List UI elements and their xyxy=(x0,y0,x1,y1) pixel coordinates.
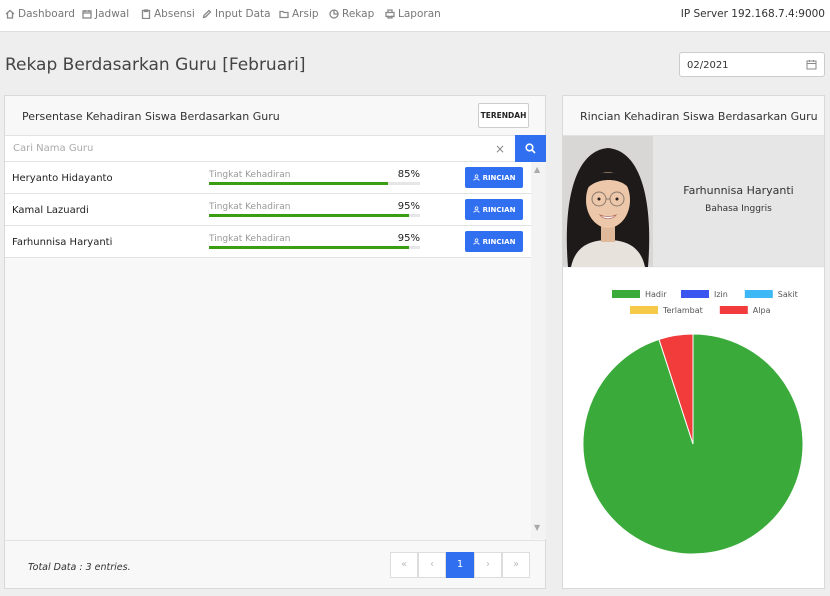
nav-absensi[interactable]: Absensi xyxy=(141,8,195,20)
legend-label-sakit[interactable]: Sakit xyxy=(778,290,798,299)
nav-rekap[interactable]: Rekap xyxy=(329,8,374,20)
teacher-name: Kamal Lazuardi xyxy=(12,205,89,216)
detail-button[interactable]: RINCIAN xyxy=(465,231,523,252)
search-input[interactable] xyxy=(5,136,475,161)
percent-value: 95% xyxy=(397,233,420,244)
teacher-list: Heryanto Hidayanto Tingkat Kehadiran 85%… xyxy=(5,162,531,258)
sort-lowest-button[interactable]: TERENDAH xyxy=(478,103,529,128)
printer-icon xyxy=(385,9,395,19)
nav-jadwal[interactable]: Jadwal xyxy=(82,8,129,20)
legend-swatch-izin[interactable] xyxy=(681,290,709,298)
metric-label: Tingkat Kehadiran xyxy=(209,202,291,212)
scroll-up-icon[interactable]: ▲ xyxy=(534,165,540,174)
nav-dashboard[interactable]: Dashboard xyxy=(5,8,75,20)
progress-fill xyxy=(209,182,389,185)
nav-laporan[interactable]: Laporan xyxy=(385,8,441,20)
legend-label-terlambat[interactable]: Terlambat xyxy=(662,306,703,315)
home-icon xyxy=(5,9,15,19)
month-value: 02/2021 xyxy=(687,60,729,71)
percent-value: 95% xyxy=(397,201,420,212)
nav-jadwal-label: Jadwal xyxy=(95,8,130,20)
first-page-button[interactable]: « xyxy=(390,552,418,578)
nav-dashboard-label: Dashboard xyxy=(18,8,75,20)
search-button[interactable] xyxy=(515,135,546,162)
list-item: Farhunnisa Haryanti Tingkat Kehadiran 95… xyxy=(5,226,531,258)
last-page-button[interactable]: » xyxy=(502,552,530,578)
pagination: « ‹ 1 › » xyxy=(390,552,530,578)
scroll-down-icon[interactable]: ▼ xyxy=(534,523,540,532)
month-picker[interactable]: 02/2021 xyxy=(679,52,825,77)
pencil-icon xyxy=(202,9,212,19)
clipboard-icon xyxy=(141,9,151,19)
teacher-profile: Farhunnisa Haryanti Bahasa Inggris xyxy=(563,135,824,267)
teacher-subject: Bahasa Inggris xyxy=(705,204,772,214)
legend-label-alpa[interactable]: Alpa xyxy=(753,306,771,315)
legend-swatch-sakit[interactable] xyxy=(744,290,773,298)
metric-label: Tingkat Kehadiran xyxy=(209,234,291,244)
user-icon xyxy=(473,206,480,213)
prev-page-button[interactable]: ‹ xyxy=(418,552,446,578)
user-icon xyxy=(473,238,480,245)
server-address: IP Server 192.168.7.4:9000 xyxy=(680,8,825,20)
total-entries: Total Data : 3 entries. xyxy=(28,562,131,573)
clear-icon[interactable]: × xyxy=(495,142,505,156)
folder-icon xyxy=(279,10,289,19)
teacher-attendance-panel: Persentase Kehadiran Siswa Berdasarkan G… xyxy=(4,95,546,589)
panel-title: Persentase Kehadiran Siswa Berdasarkan G… xyxy=(22,110,280,123)
progress-bar xyxy=(209,214,420,217)
legend-label-izin[interactable]: Izin xyxy=(714,290,728,299)
legend-swatch-terlambat[interactable] xyxy=(630,306,658,314)
page-title: Rekap Berdasarkan Guru [Februari] xyxy=(5,55,306,75)
search-icon xyxy=(525,143,536,154)
progress-bar xyxy=(209,182,420,185)
legend-swatch-hadir[interactable] xyxy=(612,290,640,298)
search-container: × xyxy=(5,135,515,162)
nav-input-data[interactable]: Input Data xyxy=(202,8,271,20)
top-navbar: Dashboard Jadwal Absensi Input Data Arsi… xyxy=(0,0,830,32)
list-item: Heryanto Hidayanto Tingkat Kehadiran 85%… xyxy=(5,162,531,194)
detail-button[interactable]: RINCIAN xyxy=(465,199,523,220)
legend-swatch-alpa[interactable] xyxy=(719,306,748,314)
nav-input-data-label: Input Data xyxy=(215,8,271,20)
legend-label-hadir[interactable]: Hadir xyxy=(645,290,667,299)
detail-button[interactable]: RINCIAN xyxy=(465,167,523,188)
calendar-icon[interactable] xyxy=(806,59,817,70)
nav-absensi-label: Absensi xyxy=(154,8,195,20)
teacher-name: Farhunnisa Haryanti xyxy=(12,237,113,248)
metric-label: Tingkat Kehadiran xyxy=(209,170,291,180)
page-1-button[interactable]: 1 xyxy=(446,552,474,578)
progress-fill xyxy=(209,246,410,249)
nav-arsip-label: Arsip xyxy=(292,8,319,20)
detail-button-label: RINCIAN xyxy=(482,237,516,246)
list-scrollbar[interactable]: ▲ ▼ xyxy=(531,162,546,539)
user-icon xyxy=(473,174,480,181)
pie-chart-svg: Hadir Izin Sakit Terlambat Alpa xyxy=(582,290,804,555)
pie-icon xyxy=(329,9,339,19)
attendance-pie-chart: Hadir Izin Sakit Terlambat Alpa xyxy=(563,268,824,588)
next-page-button[interactable]: › xyxy=(474,552,502,578)
progress-bar xyxy=(209,246,420,249)
nav-laporan-label: Laporan xyxy=(398,8,441,20)
teacher-name: Farhunnisa Haryanti xyxy=(683,184,794,197)
progress-fill xyxy=(209,214,410,217)
teacher-photo xyxy=(563,136,653,267)
nav-rekap-label: Rekap xyxy=(342,8,375,20)
detail-button-label: RINCIAN xyxy=(482,205,516,214)
percent-value: 85% xyxy=(397,169,420,180)
panel-footer: Total Data : 3 entries. « ‹ 1 › » xyxy=(5,540,545,588)
calendar-icon xyxy=(82,10,92,19)
attendance-detail-panel: Rincian Kehadiran Siswa Berdasarkan Guru… xyxy=(562,95,825,589)
detail-button-label: RINCIAN xyxy=(482,173,516,182)
teacher-name: Heryanto Hidayanto xyxy=(12,173,113,184)
list-item: Kamal Lazuardi Tingkat Kehadiran 95% RIN… xyxy=(5,194,531,226)
nav-arsip[interactable]: Arsip xyxy=(279,8,319,20)
panel-title: Rincian Kehadiran Siswa Berdasarkan Guru xyxy=(580,110,818,123)
